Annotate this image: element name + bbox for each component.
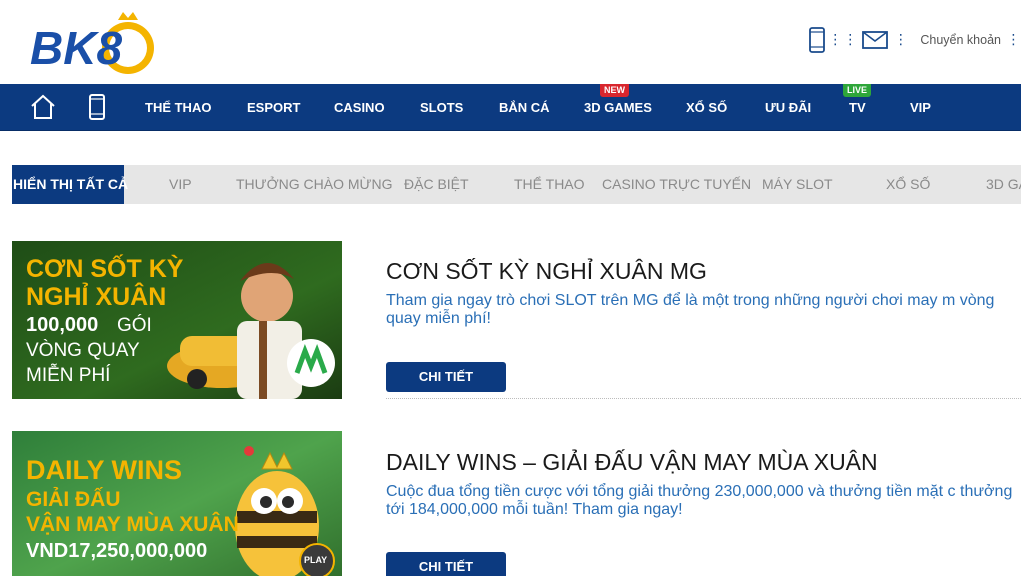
filter-tab-special[interactable]: ĐẶC BIỆT: [404, 165, 469, 204]
banner-line-2: NGHỈ XUÂN: [26, 283, 167, 311]
nav-item-fishing[interactable]: BẮN CÁ: [499, 84, 550, 131]
filter-tab-lottery[interactable]: XỔ SỐ: [886, 165, 930, 204]
filter-tab-3d-games[interactable]: 3D GA: [986, 165, 1021, 204]
nav-item-lottery[interactable]: XỔ SỐ: [686, 84, 727, 131]
banner-line-5: MIỄN PHÍ: [26, 365, 111, 386]
banner-line-3: 100,000: [26, 314, 99, 336]
promo-title: DAILY WINS – GIẢI ĐẤU VẬN MAY MÙA XUÂN: [386, 449, 878, 475]
main-nav: THỂ THAO ESPORT CASINO SLOTS BẮN CÁ NEW …: [0, 84, 1021, 131]
banner-line-1: DAILY WINS: [26, 455, 183, 485]
banner-line-3b: GÓI: [117, 315, 152, 336]
nav-item-sports[interactable]: THỂ THAO: [145, 84, 211, 131]
nav-item-vip[interactable]: VIP: [910, 84, 931, 131]
promo-banner-daily-wins[interactable]: DAILY WINS GIẢI ĐẤU VẬN MAY MÙA XUÂN VND…: [12, 431, 342, 576]
transfer-link[interactable]: Chuyển khoản: [920, 33, 1001, 47]
banner-line-2: GIẢI ĐẤU: [26, 488, 121, 511]
play-badge: PLAY: [304, 555, 328, 565]
nav-item-3d-games[interactable]: 3D GAMES: [584, 84, 652, 131]
promo-title: CƠN SỐT KỲ NGHỈ XUÂN MG: [386, 258, 707, 284]
filter-tab-sports[interactable]: THỂ THAO: [514, 165, 585, 204]
promo-banner-mg[interactable]: CƠN SỐT KỲ NGHỈ XUÂN 100,000 GÓI VÒNG QU…: [12, 241, 342, 399]
nav-item-casino[interactable]: CASINO: [334, 84, 385, 131]
filter-tab-all[interactable]: HIỂN THỊ TẤT CẢ: [12, 165, 128, 204]
bk8-logo[interactable]: BK8: [28, 8, 158, 76]
home-icon[interactable]: [29, 93, 57, 126]
separator-dots: ⋮: [1006, 32, 1021, 48]
mail-icon[interactable]: [860, 31, 890, 49]
detail-button[interactable]: CHI TIẾT: [386, 362, 506, 392]
nav-item-esport[interactable]: ESPORT: [247, 84, 300, 131]
mobile-icon[interactable]: [88, 93, 106, 126]
banner-line-4: VND17,250,000,000: [26, 540, 208, 562]
banner-line-3: VẬN MAY MÙA XUÂN: [26, 513, 239, 536]
filter-tab-slots[interactable]: MÁY SLOT: [762, 165, 833, 204]
filter-tab-live-casino[interactable]: CASINO TRỰC TUYẾN: [602, 165, 751, 204]
detail-button[interactable]: CHI TIẾT: [386, 552, 506, 576]
banner-line-1: CƠN SỐT KỲ: [26, 255, 184, 283]
page: BK8 ⋮⋮ ⋮ Chuyển khoản ⋮ THỂ THAO ESPORT …: [0, 0, 1021, 576]
logo-graphic: BK8: [30, 12, 154, 74]
separator-dots: ⋮: [893, 32, 909, 48]
top-header: BK8 ⋮⋮ ⋮ Chuyển khoản ⋮: [0, 0, 1021, 84]
separator-dots: ⋮⋮: [828, 32, 859, 48]
mobile-icon[interactable]: [806, 27, 828, 53]
nav-item-slots[interactable]: SLOTS: [420, 84, 463, 131]
nav-item-promotions[interactable]: ƯU ĐÃI: [765, 84, 811, 131]
banner-line-4: VÒNG QUAY: [26, 340, 140, 361]
promo-divider: [386, 398, 1021, 399]
promo-filter-bar: HIỂN THỊ TẤT CẢ VIP THƯỞNG CHÀO MỪNG ĐẶC…: [12, 165, 1021, 204]
filter-tab-welcome[interactable]: THƯỞNG CHÀO MỪNG: [236, 165, 392, 204]
promo-description: Cuộc đua tổng tiền cược với tổng giải th…: [386, 483, 1013, 518]
top-tools: ⋮⋮ ⋮ Chuyển khoản ⋮: [806, 27, 1021, 53]
logo-text: BK8: [30, 22, 122, 74]
promo-description: Tham gia ngay trò chơi SLOT trên MG để l…: [386, 292, 995, 327]
filter-tab-vip[interactable]: VIP: [169, 165, 192, 204]
nav-item-tv[interactable]: TV: [849, 84, 866, 131]
